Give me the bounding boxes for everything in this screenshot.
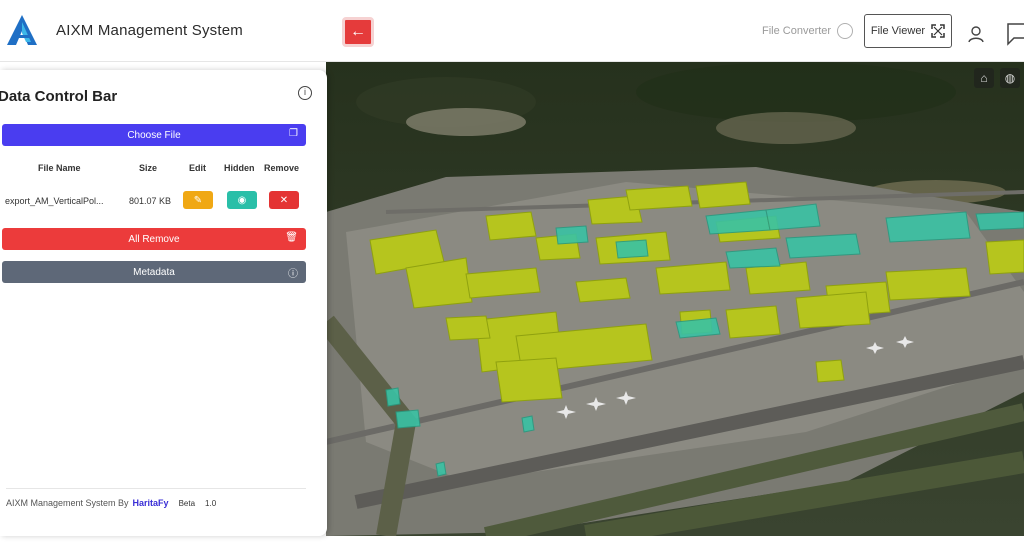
- map-view[interactable]: ⌂ ◍: [326, 62, 1024, 536]
- file-viewer-label: File Viewer: [870, 25, 926, 37]
- col-remove: Remove: [264, 163, 300, 173]
- table-row: export_AM_VerticalPol... 801.07 KB ✎ ◉ ✕: [0, 190, 310, 212]
- col-edit: Edit: [189, 163, 206, 173]
- data-control-panel: Data Control Bar i Choose File ❐ File Na…: [0, 70, 327, 536]
- close-icon: ✕: [279, 194, 289, 206]
- all-remove-button[interactable]: All Remove 🗑: [2, 228, 306, 250]
- metadata-label: Metadata: [133, 266, 175, 278]
- footer-divider: [6, 488, 306, 489]
- back-button[interactable]: ←: [342, 17, 374, 47]
- col-size: Size: [139, 163, 158, 173]
- choose-file-button[interactable]: Choose File ❐: [2, 124, 306, 146]
- arrow-left-icon: ←: [350, 23, 366, 40]
- pencil-icon: ✎: [193, 194, 203, 206]
- copy-icon: ❐: [289, 128, 298, 139]
- refresh-icon: [837, 23, 854, 39]
- panel-title: Data Control Bar: [0, 88, 118, 105]
- eye-icon: ◉: [237, 194, 247, 206]
- info-icon: ⓘ: [288, 269, 298, 280]
- file-table-header: File Name Size Edit Hidden Remove: [0, 163, 310, 179]
- expand-icon: [931, 24, 945, 38]
- map-tools: ⌂ ◍: [974, 68, 1020, 88]
- footer-text: AIXM Management System By: [6, 498, 129, 508]
- file-converter-label: File Converter: [762, 25, 832, 37]
- app-title: AIXM Management System: [56, 22, 243, 39]
- chat-help-icon[interactable]: [1004, 20, 1024, 46]
- col-hidden: Hidden: [224, 163, 255, 173]
- version-label: 1.0: [205, 499, 217, 508]
- edit-button[interactable]: ✎: [183, 191, 213, 209]
- satellite-3d-scene: [326, 62, 1024, 536]
- metadata-button[interactable]: Metadata ⓘ: [2, 261, 306, 283]
- home-icon[interactable]: ⌂: [974, 68, 994, 88]
- info-icon[interactable]: i: [298, 86, 312, 100]
- beta-label: Beta: [178, 499, 196, 508]
- globe-icon[interactable]: ◍: [1000, 68, 1020, 88]
- app-root: AIXM Management System ← File Converter …: [0, 0, 1024, 555]
- col-file-name: File Name: [38, 163, 81, 173]
- panel-footer: AIXM Management System By HaritaFy Beta …: [6, 498, 216, 508]
- hide-button[interactable]: ◉: [227, 191, 257, 209]
- user-icon[interactable]: [966, 24, 986, 44]
- top-header: AIXM Management System ← File Converter …: [0, 0, 1024, 62]
- app-logo: [7, 15, 37, 45]
- file-size-cell: 801.07 KB: [129, 196, 172, 206]
- file-converter-button[interactable]: File Converter: [762, 23, 854, 39]
- file-name-cell: export_AM_VerticalPol...: [5, 196, 104, 206]
- trash-icon: 🗑: [285, 232, 298, 243]
- brand-link[interactable]: HaritaFy: [133, 498, 169, 508]
- choose-file-label: Choose File: [127, 129, 181, 141]
- all-remove-label: All Remove: [128, 233, 180, 245]
- file-viewer-button[interactable]: File Viewer: [864, 14, 952, 48]
- remove-button[interactable]: ✕: [269, 191, 299, 209]
